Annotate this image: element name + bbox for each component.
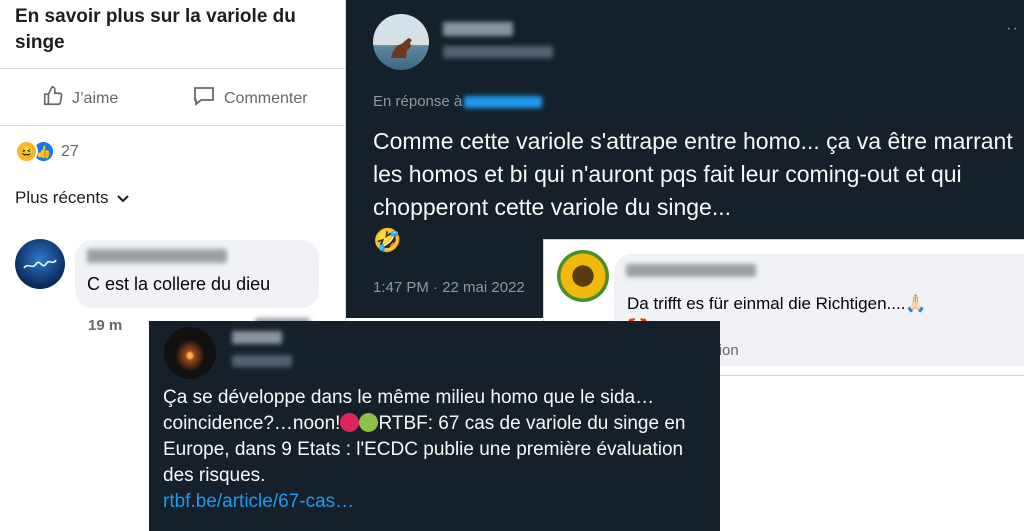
cursing-face-icon [340, 413, 360, 432]
chevron-down-icon [116, 188, 129, 208]
sort-label: Plus récents [15, 188, 109, 207]
commenter-avatar[interactable] [15, 239, 65, 289]
article-link[interactable]: rtbf.be/article/67-cas… [163, 491, 354, 512]
user-avatar[interactable] [373, 14, 429, 70]
post-link-title[interactable]: En savoir plus sur la variole du singe [15, 4, 335, 56]
comment-label: Commenter [224, 89, 308, 107]
tweet-text: Comme cette variole s'attrape entre homo… [373, 128, 1013, 220]
comment-text: Da trifft es für einmal die Richtigen...… [627, 294, 927, 313]
speech-bubble-icon [192, 85, 216, 112]
thumbs-up-icon [42, 85, 64, 112]
display-name-blurred[interactable] [443, 22, 513, 36]
comment-button[interactable]: Commenter [192, 85, 308, 112]
sunflower-avatar[interactable] [557, 250, 609, 302]
horse-icon [391, 38, 412, 58]
like-label: J’aime [72, 89, 119, 107]
handle-blurred[interactable] [232, 355, 292, 367]
like-button[interactable]: J’aime [42, 85, 118, 112]
handle-blurred[interactable] [443, 46, 553, 58]
tweet-text-block: Comme cette variole s'attrape entre homo… [373, 125, 1023, 257]
tweet-timestamp[interactable]: 1:47 PM · 22 mai 2022 [373, 279, 525, 296]
vomiting-face-icon [359, 413, 379, 432]
twitter-quote-panel: Ça se développe dans le même milieu homo… [149, 321, 720, 531]
display-name-blurred[interactable] [232, 331, 282, 344]
commenter-name-blurred[interactable] [87, 249, 227, 263]
reactions-summary[interactable]: 😆 👍 27 [15, 140, 79, 163]
reply-target-blurred[interactable] [464, 95, 543, 108]
tweet-text-block: Ça se développe dans le même milieu homo… [163, 385, 713, 515]
commenter-name-blurred[interactable] [626, 264, 756, 277]
user-avatar[interactable] [164, 327, 216, 379]
comment-bubble: C est la collere du dieu [75, 240, 319, 308]
comment-sort-dropdown[interactable]: Plus récents [15, 188, 129, 208]
post-action-bar: J’aime Commenter [0, 68, 345, 126]
more-options-icon[interactable]: ·· [1006, 20, 1019, 38]
comment-timestamp[interactable]: 19 m [88, 317, 122, 334]
calligraphy-icon [23, 259, 57, 269]
reply-context: En réponse à [373, 93, 543, 110]
reply-prefix: En réponse à [373, 93, 463, 110]
reaction-count: 27 [61, 142, 79, 160]
comment-text: C est la collere du dieu [87, 274, 271, 294]
haha-reaction-icon: 😆 [15, 140, 38, 163]
